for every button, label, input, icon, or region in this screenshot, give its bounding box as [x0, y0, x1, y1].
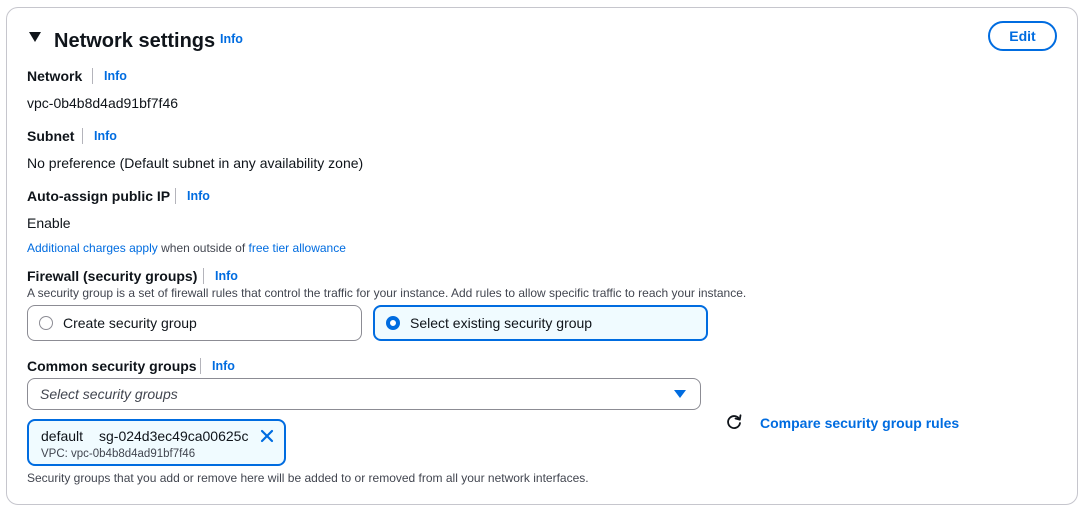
network-value: vpc-0b4b8d4ad91bf7f46 [27, 95, 179, 111]
auto-assign-divider [175, 188, 176, 204]
subnet-info-link[interactable]: Info [94, 129, 117, 143]
select-existing-security-group-label: Select existing security group [410, 315, 593, 331]
free-tier-link[interactable]: free tier allowance [249, 241, 346, 255]
collapse-caret-icon[interactable] [28, 30, 42, 44]
refresh-icon[interactable] [725, 413, 743, 431]
dropdown-caret-icon[interactable] [674, 390, 686, 398]
token-group-name: default [41, 428, 84, 444]
additional-charges-link[interactable]: Additional charges apply [27, 241, 158, 255]
firewall-label: Firewall (security groups) [27, 268, 198, 284]
radio-selected-icon[interactable] [386, 316, 400, 330]
security-groups-placeholder: Select security groups [40, 386, 178, 402]
common-security-groups-label: Common security groups [27, 358, 197, 374]
close-icon[interactable] [260, 429, 274, 443]
network-divider [92, 68, 93, 84]
charges-note: Additional charges apply when outside of… [27, 241, 346, 255]
select-existing-security-group-option[interactable]: Select existing security group [373, 305, 708, 341]
auto-assign-info-link[interactable]: Info [187, 189, 210, 203]
radio-icon[interactable] [39, 316, 53, 330]
subnet-label: Subnet [27, 128, 75, 144]
subnet-divider [82, 128, 83, 144]
firewall-description: A security group is a set of firewall ru… [27, 286, 747, 300]
edit-button[interactable]: Edit [988, 21, 1057, 51]
firewall-info-link[interactable]: Info [215, 269, 238, 283]
auto-assign-value: Enable [27, 215, 71, 231]
security-group-token: default sg-024d3ec49ca00625c VPC: vpc-0b… [27, 419, 286, 466]
token-group-id: sg-024d3ec49ca00625c [99, 428, 249, 444]
auto-assign-label: Auto-assign public IP [27, 188, 171, 204]
firewall-divider [203, 268, 204, 284]
security-groups-footer-note: Security groups that you add or remove h… [27, 471, 589, 485]
token-vpc: VPC: vpc-0b4b8d4ad91bf7f46 [41, 448, 196, 460]
subnet-value: No preference (Default subnet in any ava… [27, 155, 364, 171]
create-security-group-option[interactable]: Create security group [27, 305, 362, 341]
section-title[interactable]: Network settings [54, 30, 215, 53]
security-groups-select[interactable]: Select security groups [27, 378, 701, 410]
common-groups-divider [200, 358, 201, 374]
network-label: Network [27, 68, 83, 84]
compare-security-group-rules-link[interactable]: Compare security group rules [760, 415, 959, 431]
charges-note-text: when outside of [157, 241, 249, 255]
section-info-link[interactable]: Info [220, 32, 243, 46]
create-security-group-label: Create security group [63, 315, 197, 331]
common-groups-info-link[interactable]: Info [212, 359, 235, 373]
network-settings-panel: Network settings Info Edit Network Info … [6, 7, 1078, 505]
network-info-link[interactable]: Info [104, 69, 127, 83]
